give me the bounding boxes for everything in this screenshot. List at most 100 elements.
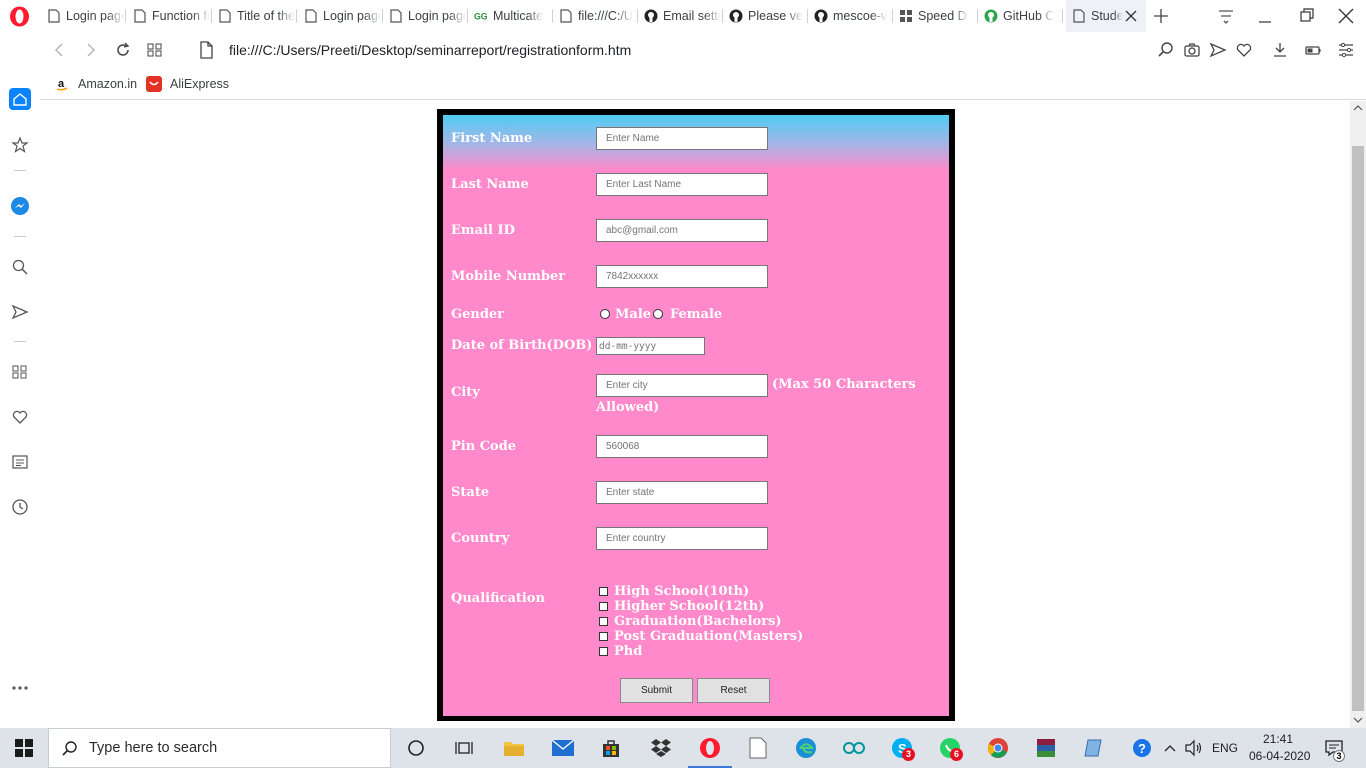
qualification-option: Phd <box>614 644 643 659</box>
close-tab-icon[interactable] <box>1124 8 1138 24</box>
cortana-icon[interactable] <box>404 736 428 760</box>
vertical-scrollbar[interactable] <box>1350 101 1366 728</box>
speed-dial-star-icon[interactable] <box>9 134 31 156</box>
arduino-icon[interactable] <box>842 736 866 760</box>
doc-icon <box>133 9 147 23</box>
opera-taskbar-icon[interactable] <box>698 736 722 760</box>
qualification-checkbox[interactable] <box>599 602 608 611</box>
browser-tab[interactable]: Login page <box>41 0 126 32</box>
bookmark-amazon[interactable]: a Amazon.in <box>54 75 137 93</box>
notepad-icon[interactable] <box>1082 736 1106 760</box>
clock-date[interactable]: 06-04-2020 <box>1249 749 1310 763</box>
restore-icon[interactable] <box>1297 6 1317 26</box>
show-hidden-icons-icon[interactable] <box>1158 736 1182 760</box>
qualification-option: High School(10th) <box>614 584 750 599</box>
qualification-checkbox[interactable] <box>599 587 608 596</box>
qualification-checkbox[interactable] <box>599 617 608 626</box>
history-clock-icon[interactable] <box>9 496 31 518</box>
document-icon[interactable] <box>746 736 770 760</box>
tab-label: Stude <box>1091 9 1123 23</box>
male-label: Male <box>615 307 652 322</box>
download-icon[interactable] <box>1271 41 1289 59</box>
last-name-input[interactable] <box>596 173 768 196</box>
browser-tab[interactable]: Login page <box>383 0 468 32</box>
whatsapp-badge: 6 <box>950 748 963 761</box>
city-limit-note-cont: Allowed) <box>596 400 660 415</box>
url-field[interactable]: file:///C:/Users/Preeti/Desktop/seminarr… <box>229 42 631 58</box>
browser-tab[interactable]: GG Multicate <box>468 0 553 32</box>
first-name-input[interactable] <box>596 127 768 150</box>
reset-button[interactable]: Reset <box>697 678 770 703</box>
home-icon[interactable] <box>9 88 31 110</box>
dob-input[interactable] <box>596 337 705 355</box>
pin-code-input[interactable] <box>596 435 768 458</box>
city-input[interactable] <box>596 374 768 397</box>
send-icon[interactable] <box>1209 41 1227 59</box>
store-icon[interactable] <box>599 736 623 760</box>
tabs-grid-icon[interactable] <box>145 40 165 60</box>
volume-icon[interactable] <box>1182 736 1206 760</box>
taskbar-search-box[interactable]: Type here to search <box>48 728 391 768</box>
reload-icon[interactable] <box>113 40 133 60</box>
opera-logo-icon[interactable] <box>9 6 30 27</box>
minimize-icon[interactable] <box>1255 6 1275 26</box>
tab-separator <box>1062 9 1063 23</box>
search-page-icon[interactable] <box>1157 41 1175 59</box>
chrome-icon[interactable] <box>986 736 1010 760</box>
file-explorer-icon[interactable] <box>502 736 526 760</box>
browser-tab[interactable]: GitHub C <box>978 0 1063 32</box>
window-close-icon[interactable] <box>1336 6 1356 26</box>
state-input[interactable] <box>596 481 768 504</box>
browser-tab[interactable]: Speed Di <box>893 0 978 32</box>
workspaces-grid-icon[interactable] <box>9 361 31 383</box>
country-input[interactable] <box>596 527 768 550</box>
scroll-up-icon[interactable] <box>1353 104 1363 112</box>
svg-text:?: ? <box>1138 741 1146 756</box>
browser-tab[interactable]: Title of the <box>212 0 297 32</box>
bookmarks-heart-icon[interactable] <box>9 406 31 428</box>
flow-send-icon[interactable] <box>9 301 31 323</box>
email-input[interactable] <box>596 219 768 242</box>
mail-icon[interactable] <box>551 736 575 760</box>
female-radio[interactable] <box>653 309 663 319</box>
city-label: City <box>451 385 480 400</box>
heart-icon[interactable] <box>1235 41 1253 59</box>
qualification-checkbox[interactable] <box>599 632 608 641</box>
task-view-icon[interactable] <box>452 736 476 760</box>
browser-tab[interactable]: mescoe-v <box>808 0 893 32</box>
battery-saver-icon[interactable] <box>1304 41 1322 59</box>
snapshot-icon[interactable] <box>1183 41 1201 59</box>
messenger-icon[interactable] <box>9 195 31 217</box>
forward-icon[interactable] <box>81 40 101 60</box>
submit-button[interactable]: Submit <box>620 678 693 703</box>
news-icon[interactable] <box>9 451 31 473</box>
start-button[interactable] <box>0 728 48 768</box>
browser-tab[interactable]: Email setti <box>638 0 723 32</box>
browser-tab[interactable]: Please ve <box>723 0 808 32</box>
dropbox-icon[interactable] <box>649 736 673 760</box>
doc-icon <box>47 9 61 23</box>
winrar-icon[interactable] <box>1034 736 1058 760</box>
scrollbar-thumb[interactable] <box>1352 146 1364 711</box>
browser-tab[interactable]: Function fundamentals <box>127 0 212 32</box>
new-tab-icon[interactable] <box>1151 6 1171 26</box>
help-icon[interactable]: ? <box>1130 736 1154 760</box>
qualification-checkbox[interactable] <box>599 647 608 656</box>
browser-tab[interactable]: Login page <box>298 0 383 32</box>
browser-tab[interactable]: file:///C:/U <box>553 0 638 32</box>
tab-menu-icon[interactable] <box>1217 7 1235 25</box>
search-icon[interactable] <box>9 256 31 278</box>
more-options-icon[interactable] <box>9 677 31 699</box>
first-name-label: First Name <box>451 131 533 146</box>
bookmark-label: Amazon.in <box>78 77 138 91</box>
clock-time[interactable]: 21:41 <box>1263 732 1293 746</box>
file-page-icon <box>200 41 213 59</box>
back-icon[interactable] <box>49 40 69 60</box>
easy-setup-icon[interactable] <box>1337 41 1355 59</box>
scroll-down-icon[interactable] <box>1353 716 1363 724</box>
edge-icon[interactable] <box>794 736 818 760</box>
mobile-input[interactable] <box>596 265 768 288</box>
language-indicator[interactable]: ENG <box>1212 741 1238 755</box>
male-radio[interactable] <box>600 309 610 319</box>
bookmark-aliexpress[interactable]: AliExpress <box>146 75 229 93</box>
